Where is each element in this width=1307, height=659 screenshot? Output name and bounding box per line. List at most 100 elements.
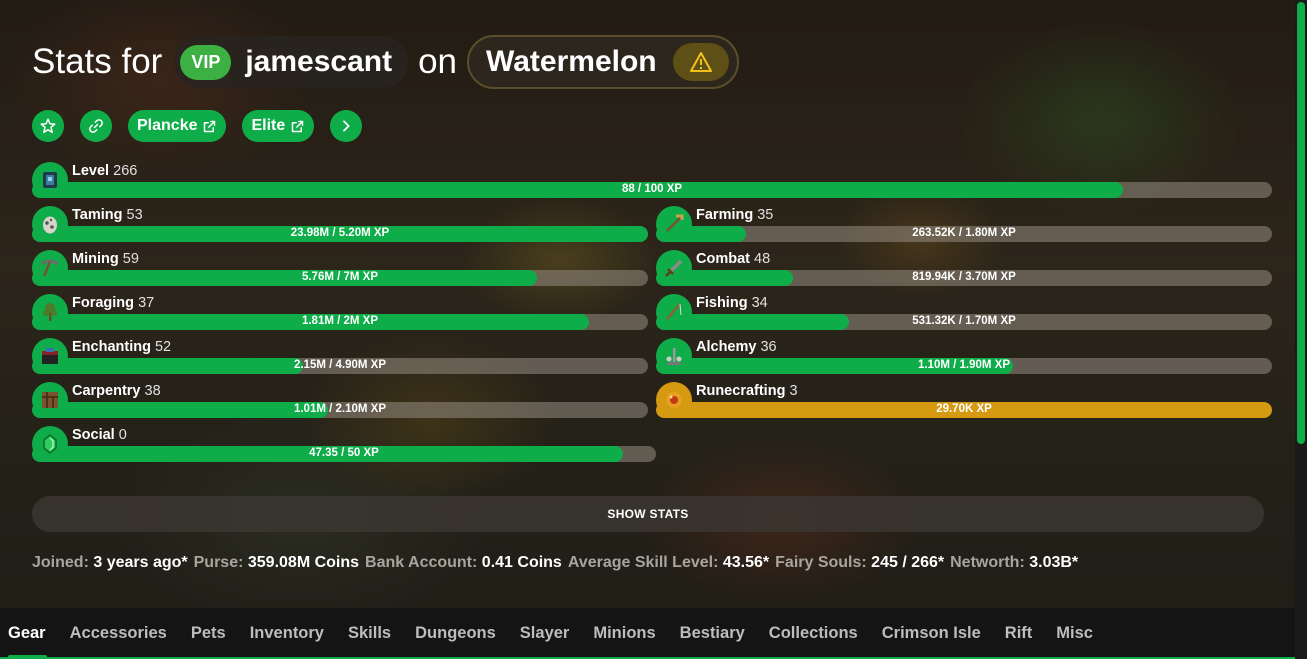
hoe-icon — [656, 206, 692, 242]
summary-key: Joined: — [32, 554, 89, 571]
skill-xp-text: 23.98M / 5.20M XP — [290, 227, 390, 239]
summary-item: Purse: 359.08M Coins — [194, 554, 359, 571]
skill-name: Enchanting — [72, 339, 151, 355]
tab-skills[interactable]: Skills — [348, 608, 391, 659]
favorite-button[interactable] — [32, 110, 64, 142]
skill-foraging: 1.81M / 2M XP Foraging 37 — [32, 294, 648, 330]
summary-key: Fairy Souls: — [775, 554, 867, 571]
pickaxe-icon — [32, 250, 68, 286]
skill-progress-track: 263.52K / 1.80M XP — [656, 226, 1272, 242]
tab-inventory[interactable]: Inventory — [250, 608, 324, 659]
tab-rift[interactable]: Rift — [1005, 608, 1033, 659]
elite-label: Elite — [251, 117, 286, 134]
vip-badge: VIP — [180, 44, 232, 80]
tab-slayer[interactable]: Slayer — [520, 608, 570, 659]
skill-social: 47.35 / 50 XP Social 0 — [32, 426, 656, 462]
skill-label: Fishing 34 — [696, 295, 768, 311]
skill-xp-text: 29.70K XP — [936, 403, 992, 415]
title-on: on — [418, 42, 458, 81]
level-progress-track: 88 / 100 XP — [32, 182, 1272, 198]
skill-farming: 263.52K / 1.80M XP Farming 35 — [656, 206, 1272, 242]
skill-progress-track: 1.10M / 1.90M XP — [656, 358, 1272, 374]
profile-selector[interactable]: Watermelon — [467, 35, 739, 89]
skill-level: 34 — [751, 295, 768, 311]
skill-label: Taming 53 — [72, 207, 143, 223]
tab-collections[interactable]: Collections — [769, 608, 858, 659]
skill-label: Foraging 37 — [72, 295, 154, 311]
skill-runecrafting: 29.70K XP Runecrafting 3 — [656, 382, 1272, 418]
plancke-link-button[interactable]: Plancke — [128, 110, 227, 142]
scrollbar[interactable] — [1295, 0, 1307, 659]
fishing-rod-icon — [656, 294, 692, 330]
magma-cream-icon — [656, 382, 692, 418]
player-name-pill[interactable]: VIP jamescant — [174, 36, 409, 88]
link-icon — [89, 119, 103, 133]
summary-value: 3.03B* — [1029, 554, 1079, 571]
skill-name: Carpentry — [72, 383, 141, 399]
star-icon — [40, 118, 56, 134]
tab-crimson-isle[interactable]: Crimson Isle — [882, 608, 981, 659]
tab-gear[interactable]: Gear — [8, 608, 47, 659]
skill-progress-track: 5.76M / 7M XP — [32, 270, 648, 286]
skill-label: Combat 48 — [696, 251, 770, 267]
skill-name: Runecrafting — [696, 383, 786, 399]
skill-progress-track: 1.81M / 2M XP — [32, 314, 648, 330]
skill-carpentry: 1.01M / 2.10M XP Carpentry 38 — [32, 382, 648, 418]
skill-level: 36 — [760, 339, 777, 355]
tab-misc[interactable]: Misc — [1056, 608, 1093, 659]
skill-xp-text: 47.35 / 50 XP — [309, 447, 379, 459]
skill-progress-track: 47.35 / 50 XP — [32, 446, 656, 462]
summary-key: Bank Account: — [365, 554, 478, 571]
warning-icon[interactable] — [672, 43, 729, 81]
skill-name: Social — [72, 427, 115, 443]
skill-alchemy: 1.10M / 1.90M XP Alchemy 36 — [656, 338, 1272, 374]
skill-enchanting: 2.15M / 4.90M XP Enchanting 52 — [32, 338, 648, 374]
external-link-icon — [204, 120, 216, 132]
skill-name: Foraging — [72, 295, 135, 311]
sword-icon — [656, 250, 692, 286]
more-links-button[interactable] — [330, 110, 363, 142]
skill-progress-track: 1.01M / 2.10M XP — [32, 402, 648, 418]
section-tabs: Gear Accessories Pets Inventory Skills Dungeo… — [0, 608, 1295, 659]
copy-link-button[interactable] — [80, 110, 112, 142]
level-bar: 88 / 100 XP Level 266 — [32, 162, 1272, 198]
skill-label: Runecrafting 3 — [696, 383, 798, 399]
level-name: Level — [72, 163, 110, 179]
skill-xp-text: 819.94K / 3.70M XP — [912, 271, 1016, 283]
summary-value: 359.08M Coins — [247, 554, 360, 571]
skill-name: Fishing — [696, 295, 748, 311]
summary-key: Networth: — [950, 554, 1025, 571]
skill-level: 53 — [126, 207, 143, 223]
tab-accessories[interactable]: Accessories — [70, 608, 167, 659]
skill-level: 52 — [154, 339, 172, 355]
summary-value: 245 / 266* — [871, 554, 945, 571]
skill-progress-track: 819.94K / 3.70M XP — [656, 270, 1272, 286]
skill-level: 3 — [789, 383, 798, 399]
tab-dungeons[interactable]: Dungeons — [415, 608, 496, 659]
skill-name: Combat — [696, 251, 750, 267]
summary-item: Fairy Souls: 245 / 266* — [775, 554, 944, 571]
tab-pets[interactable]: Pets — [191, 608, 226, 659]
skill-xp-text: 2.15M / 4.90M XP — [293, 359, 387, 371]
skill-label: Carpentry 38 — [72, 383, 161, 399]
tab-bestiary[interactable]: Bestiary — [680, 608, 745, 659]
page-title: Stats for VIP jamescant on Watermelon — [32, 35, 739, 89]
skill-level: 0 — [118, 427, 127, 443]
skill-progress-track: 23.98M / 5.20M XP — [32, 226, 648, 242]
skill-mining: 5.76M / 7M XP Mining 59 — [32, 250, 648, 286]
show-stats-button[interactable]: SHOW STATS — [32, 496, 1264, 532]
level-xp-text: 88 / 100 XP — [621, 183, 683, 195]
skill-name: Alchemy — [696, 339, 757, 355]
skill-progress-track: 2.15M / 4.90M XP — [32, 358, 648, 374]
scrollbar-thumb[interactable] — [1297, 2, 1305, 444]
chevron-right-icon — [343, 120, 350, 132]
elite-link-button[interactable]: Elite — [242, 110, 315, 142]
spawn-egg-icon — [32, 206, 68, 242]
summary-key: Average Skill Level: — [567, 554, 719, 571]
summary-item: Average Skill Level: 43.56* — [568, 554, 769, 571]
level-icon — [32, 162, 68, 198]
tab-minions[interactable]: Minions — [593, 608, 655, 659]
summary-item: Networth: 3.03B* — [950, 554, 1078, 571]
summary-key: Purse: — [193, 554, 244, 571]
summary-item: Joined: 3 years ago* — [32, 554, 188, 571]
